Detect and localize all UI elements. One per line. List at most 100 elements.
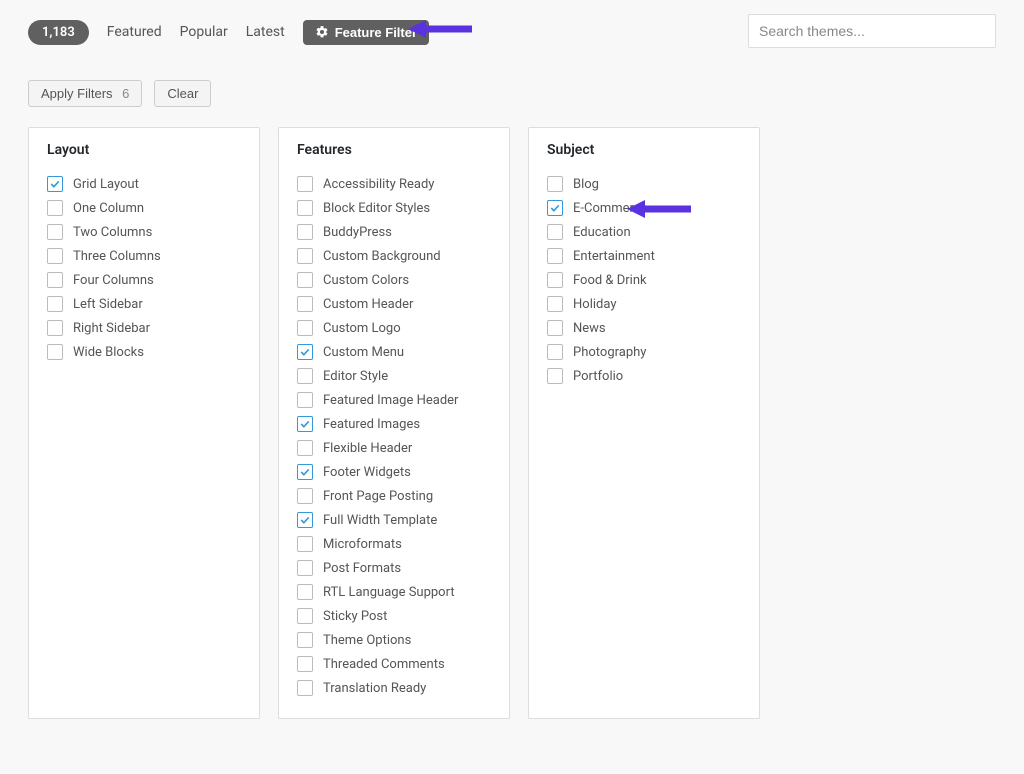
tab-latest[interactable]: Latest xyxy=(246,24,285,40)
checkbox-icon[interactable] xyxy=(47,248,63,264)
filter-option[interactable]: BuddyPress xyxy=(297,220,491,244)
filter-option[interactable]: Post Formats xyxy=(297,556,491,580)
filter-option[interactable]: Left Sidebar xyxy=(47,292,241,316)
filter-option[interactable]: Sticky Post xyxy=(297,604,491,628)
checkbox-icon[interactable] xyxy=(297,488,313,504)
filter-option-label: Front Page Posting xyxy=(323,489,433,504)
checkbox-icon[interactable] xyxy=(297,560,313,576)
filter-option[interactable]: Photography xyxy=(547,340,741,364)
filter-actions-bar: Apply Filters 6 Clear xyxy=(28,80,996,107)
filter-option[interactable]: Grid Layout xyxy=(47,172,241,196)
filter-option[interactable]: News xyxy=(547,316,741,340)
panel-title-layout: Layout xyxy=(47,142,241,158)
checkbox-icon[interactable] xyxy=(297,200,313,216)
filter-option[interactable]: Featured Images xyxy=(297,412,491,436)
filter-option[interactable]: RTL Language Support xyxy=(297,580,491,604)
filter-option[interactable]: Right Sidebar xyxy=(47,316,241,340)
filter-option[interactable]: Custom Colors xyxy=(297,268,491,292)
checkbox-icon[interactable] xyxy=(47,296,63,312)
panel-title-features: Features xyxy=(297,142,491,158)
checkbox-icon[interactable] xyxy=(47,224,63,240)
checkbox-icon[interactable] xyxy=(297,272,313,288)
filter-option[interactable]: Accessibility Ready xyxy=(297,172,491,196)
filter-option[interactable]: Threaded Comments xyxy=(297,652,491,676)
apply-filters-button[interactable]: Apply Filters 6 xyxy=(28,80,142,107)
filter-option[interactable]: Portfolio xyxy=(547,364,741,388)
checkbox-icon[interactable] xyxy=(297,392,313,408)
filter-option[interactable]: Flexible Header xyxy=(297,436,491,460)
panel-title-subject: Subject xyxy=(547,142,741,158)
filter-option[interactable]: Microformats xyxy=(297,532,491,556)
checkbox-icon[interactable] xyxy=(297,584,313,600)
filter-option[interactable]: Education xyxy=(547,220,741,244)
checkbox-icon[interactable] xyxy=(297,464,313,480)
checkbox-icon[interactable] xyxy=(297,224,313,240)
tab-featured[interactable]: Featured xyxy=(107,24,162,40)
filter-option[interactable]: Translation Ready xyxy=(297,676,491,700)
apply-filters-label: Apply Filters xyxy=(41,86,113,101)
checkbox-icon[interactable] xyxy=(297,248,313,264)
clear-filters-button[interactable]: Clear xyxy=(154,80,211,107)
checkbox-icon[interactable] xyxy=(547,296,563,312)
filter-option-label: Translation Ready xyxy=(323,681,426,696)
filter-option[interactable]: Custom Header xyxy=(297,292,491,316)
checkbox-icon[interactable] xyxy=(297,656,313,672)
filter-option-label: Block Editor Styles xyxy=(323,201,430,216)
checkbox-icon[interactable] xyxy=(297,368,313,384)
checkbox-icon[interactable] xyxy=(47,272,63,288)
checkbox-icon[interactable] xyxy=(297,320,313,336)
filter-option[interactable]: Custom Logo xyxy=(297,316,491,340)
checkbox-icon[interactable] xyxy=(297,344,313,360)
filter-option-label: Threaded Comments xyxy=(323,657,445,672)
tab-popular[interactable]: Popular xyxy=(180,24,228,40)
filter-option[interactable]: Block Editor Styles xyxy=(297,196,491,220)
filter-option[interactable]: Full Width Template xyxy=(297,508,491,532)
filter-option[interactable]: Editor Style xyxy=(297,364,491,388)
filter-option-label: One Column xyxy=(73,201,144,216)
checkbox-icon[interactable] xyxy=(547,200,563,216)
filter-option-label: Four Columns xyxy=(73,273,154,288)
filter-option[interactable]: One Column xyxy=(47,196,241,220)
checkbox-icon[interactable] xyxy=(547,320,563,336)
filter-option[interactable]: Three Columns xyxy=(47,244,241,268)
checkbox-icon[interactable] xyxy=(547,176,563,192)
search-themes-input[interactable] xyxy=(748,14,996,48)
checkbox-icon[interactable] xyxy=(547,224,563,240)
checkbox-icon[interactable] xyxy=(547,344,563,360)
checkbox-icon[interactable] xyxy=(47,200,63,216)
checkbox-icon[interactable] xyxy=(47,176,63,192)
filter-option[interactable]: Custom Menu xyxy=(297,340,491,364)
checkbox-icon[interactable] xyxy=(547,272,563,288)
checkbox-icon[interactable] xyxy=(547,248,563,264)
filter-option[interactable]: Two Columns xyxy=(47,220,241,244)
checkbox-icon[interactable] xyxy=(47,320,63,336)
checkbox-icon[interactable] xyxy=(297,680,313,696)
filter-option[interactable]: Four Columns xyxy=(47,268,241,292)
filter-option-label: Holiday xyxy=(573,297,616,312)
checkbox-icon[interactable] xyxy=(297,632,313,648)
filter-option[interactable]: Entertainment xyxy=(547,244,741,268)
checkbox-icon[interactable] xyxy=(47,344,63,360)
filter-option[interactable]: Blog xyxy=(547,172,741,196)
filter-option-label: Accessibility Ready xyxy=(323,177,434,192)
filter-option[interactable]: Wide Blocks xyxy=(47,340,241,364)
filter-option-label: Microformats xyxy=(323,537,402,552)
checkbox-icon[interactable] xyxy=(297,440,313,456)
filter-option[interactable]: Featured Image Header xyxy=(297,388,491,412)
checkbox-icon[interactable] xyxy=(297,536,313,552)
checkbox-icon[interactable] xyxy=(297,608,313,624)
filter-option[interactable]: Holiday xyxy=(547,292,741,316)
checkbox-icon[interactable] xyxy=(297,512,313,528)
filter-option[interactable]: Custom Background xyxy=(297,244,491,268)
filter-option-label: Blog xyxy=(573,177,599,192)
checkbox-icon[interactable] xyxy=(297,416,313,432)
filter-option[interactable]: Theme Options xyxy=(297,628,491,652)
filter-option-label: Custom Logo xyxy=(323,321,401,336)
checkbox-icon[interactable] xyxy=(297,296,313,312)
filter-option[interactable]: Food & Drink xyxy=(547,268,741,292)
checkbox-icon[interactable] xyxy=(297,176,313,192)
checkbox-icon[interactable] xyxy=(547,368,563,384)
filter-option[interactable]: Footer Widgets xyxy=(297,460,491,484)
filter-option-label: Education xyxy=(573,225,631,240)
filter-option[interactable]: Front Page Posting xyxy=(297,484,491,508)
